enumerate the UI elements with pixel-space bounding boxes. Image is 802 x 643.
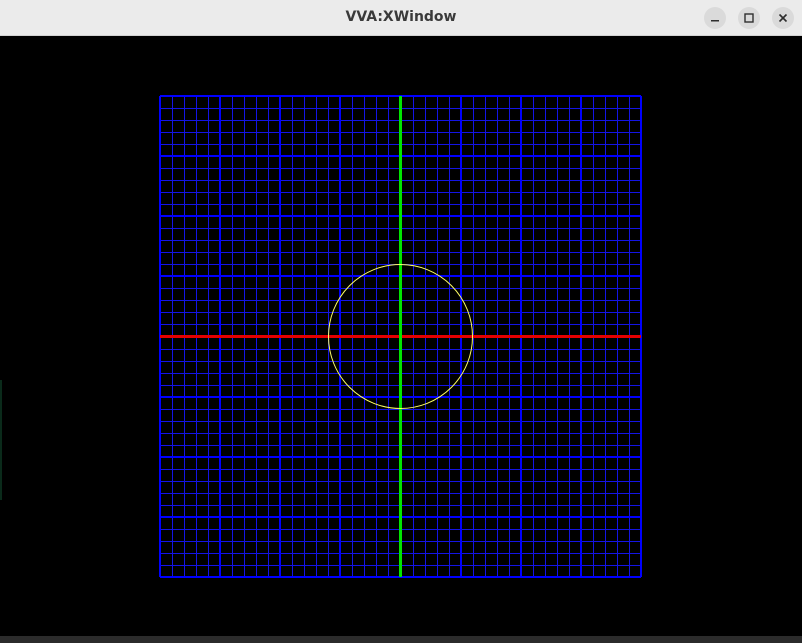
minimize-button[interactable] xyxy=(704,7,726,29)
minimize-icon xyxy=(710,13,720,23)
title-bar[interactable]: VVA:XWindow xyxy=(0,0,802,36)
background-desktop-strip xyxy=(0,636,802,643)
drawing-canvas[interactable] xyxy=(0,36,802,636)
window-title: VVA:XWindow xyxy=(345,9,457,25)
close-button[interactable] xyxy=(772,7,794,29)
maximize-button[interactable] xyxy=(738,7,760,29)
xwindow: VVA:XWindow xyxy=(0,0,802,643)
close-icon xyxy=(778,13,788,23)
background-window-edge xyxy=(0,380,2,500)
grid-plot xyxy=(159,95,642,578)
maximize-icon xyxy=(744,13,754,23)
